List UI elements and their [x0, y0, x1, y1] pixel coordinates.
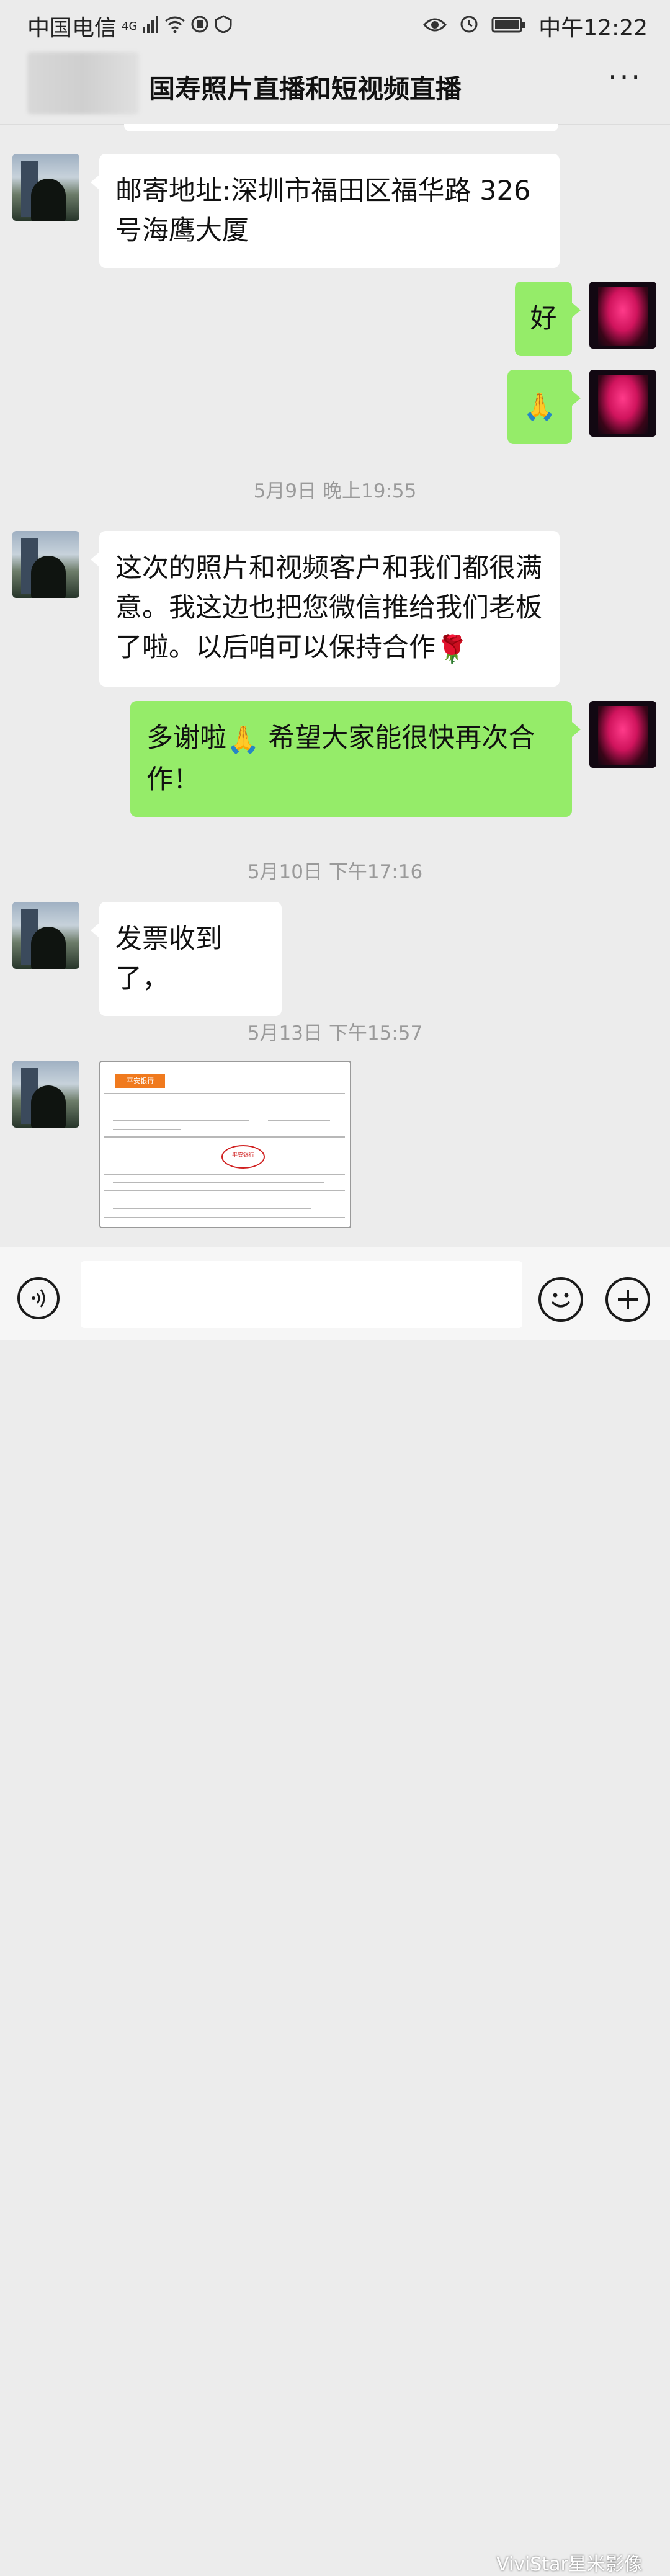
wifi-icon	[164, 14, 185, 39]
voice-button[interactable]	[17, 1277, 60, 1319]
message-text: 邮寄地址:深圳市福田区福华路 326 号海鹰大厦	[115, 176, 531, 246]
message-bubble-incoming[interactable]: 这次的照片和视频客户和我们都很满意。我这边也把您微信推给我们老板了啦。以后咱可以…	[91, 531, 560, 687]
contact-avatar[interactable]	[12, 154, 79, 221]
chat-title: 国寿照片直播和短视频直播	[149, 74, 462, 104]
folded-hands-emoji: 🙏	[226, 724, 260, 755]
voice-icon	[20, 1289, 57, 1319]
message-list[interactable]: 邮寄地址:深圳市福田区福华路 326 号海鹰大厦 好 🙏 5月9日 晚上19:5…	[0, 124, 670, 1247]
watermark: ViviStar星米影像	[496, 2554, 643, 2575]
nfc-icon	[190, 14, 209, 39]
contact-avatar[interactable]	[12, 902, 79, 969]
message-bubble-outgoing[interactable]: 好	[515, 282, 581, 356]
previous-message-edge	[124, 124, 558, 131]
message-text: 这次的照片和视频客户和我们都很满意。我这边也把您微信推给我们老板了啦。以后咱可以…	[115, 553, 542, 663]
bank-stamp: 平安银行	[221, 1145, 265, 1169]
user-avatar[interactable]	[589, 701, 656, 768]
battery-icon	[491, 14, 526, 39]
message-text: 多谢啦	[146, 723, 226, 754]
message-bubble-incoming[interactable]: 邮寄地址:深圳市福田区福华路 326 号海鹰大厦	[91, 154, 560, 268]
contact-avatar[interactable]	[12, 1061, 79, 1128]
folded-hands-emoji: 🙏	[523, 391, 556, 422]
clock-label: 中午12:22	[538, 16, 648, 41]
message-text: 发票收到了，	[115, 924, 222, 994]
user-avatar[interactable]	[589, 282, 656, 349]
contact-avatar[interactable]	[12, 531, 79, 598]
more-actions-button[interactable]	[605, 1277, 650, 1322]
message-timestamp: 5月9日 晚上19:55	[253, 480, 417, 502]
eye-icon	[423, 14, 447, 39]
network-label: 4G	[122, 19, 138, 33]
shield-icon	[214, 14, 233, 39]
emoji-button[interactable]	[538, 1277, 583, 1322]
message-bubble-outgoing[interactable]: 🙏	[507, 370, 581, 444]
back-button-area[interactable]	[27, 52, 139, 114]
bank-logo: 平安银行	[115, 1074, 165, 1088]
status-bar: 中国电信 4G 中午12:22	[0, 0, 670, 46]
alarm-icon	[459, 14, 479, 39]
more-options-button[interactable]: ···	[608, 63, 643, 91]
message-timestamp: 5月10日 下午17:16	[247, 861, 423, 883]
signal-icon	[142, 14, 159, 39]
rose-emoji: 🌹	[436, 633, 469, 665]
message-bubble-outgoing[interactable]: 多谢啦🙏 希望大家能很快再次合作！	[130, 701, 581, 817]
message-bubble-incoming[interactable]: 发票收到了，	[91, 902, 282, 1016]
message-input[interactable]	[81, 1261, 522, 1328]
receipt-image-message[interactable]: 平安银行 平安银行	[99, 1061, 351, 1228]
emoji-icon	[541, 1293, 581, 1322]
plus-icon	[608, 1290, 648, 1322]
message-timestamp: 5月13日 下午15:57	[247, 1022, 423, 1045]
user-avatar[interactable]	[589, 370, 656, 437]
carrier-label: 中国电信	[27, 16, 117, 41]
message-text: 好	[530, 303, 557, 334]
chat-header: 国寿照片直播和短视频直播 ···	[0, 46, 670, 125]
input-bar: ViviStar星米影像	[0, 1247, 670, 2575]
